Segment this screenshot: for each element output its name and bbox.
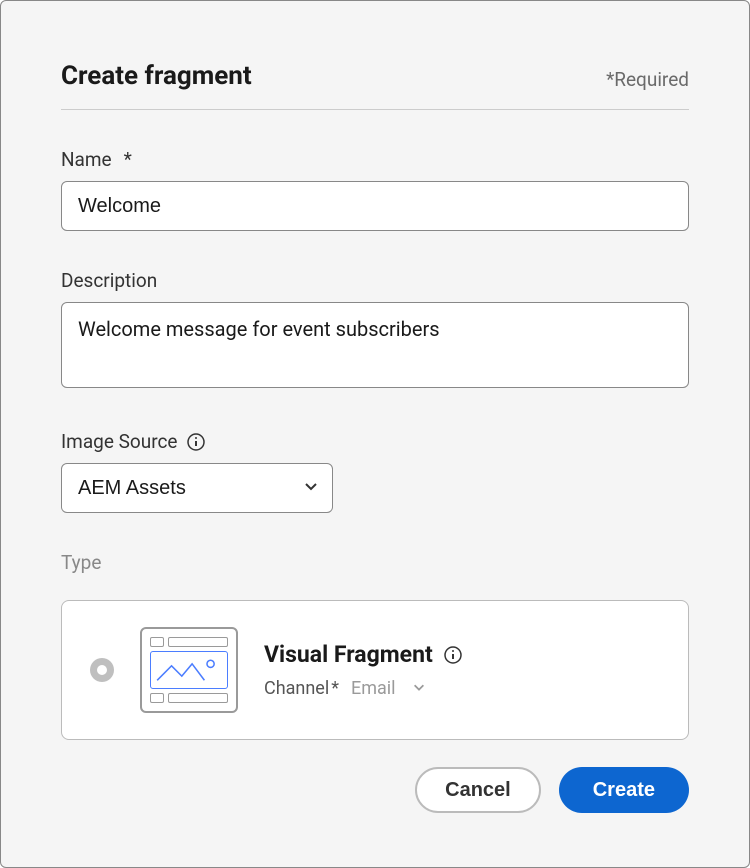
image-source-select[interactable]: AEM Assets [61, 463, 333, 513]
dialog-header: Create fragment *Required [61, 61, 689, 110]
create-button[interactable]: Create [559, 767, 689, 813]
dialog-footer: Cancel Create [415, 767, 689, 813]
image-source-select-wrapper: AEM Assets [61, 463, 333, 513]
type-title: Visual Fragment [264, 641, 433, 668]
info-icon[interactable] [443, 645, 463, 665]
type-content: Visual Fragment Channel* Email [264, 641, 463, 699]
create-fragment-dialog: Create fragment *Required Name * Descrip… [0, 0, 750, 868]
type-title-row: Visual Fragment [264, 641, 463, 668]
image-source-label: Image Source [61, 430, 689, 453]
channel-row: Channel* Email [264, 678, 463, 699]
name-field-group: Name * [61, 148, 689, 231]
channel-label: Channel* [264, 678, 339, 699]
name-input[interactable] [61, 181, 689, 231]
description-input[interactable] [61, 302, 689, 388]
image-source-field-group: Image Source AEM Assets [61, 430, 689, 513]
radio-button[interactable] [90, 658, 114, 682]
visual-fragment-icon [140, 627, 238, 713]
type-option-visual-fragment[interactable]: Visual Fragment Channel* Email [61, 600, 689, 740]
description-label: Description [61, 269, 689, 292]
dialog-title: Create fragment [61, 61, 252, 91]
cancel-button[interactable]: Cancel [415, 767, 541, 813]
type-section: Type [61, 551, 689, 740]
required-asterisk: * [124, 148, 132, 171]
required-note: *Required [606, 68, 689, 91]
description-label-text: Description [61, 269, 157, 292]
image-source-label-text: Image Source [61, 430, 178, 453]
radio-inner [97, 665, 107, 675]
name-label-text: Name [61, 148, 112, 171]
chevron-down-icon [412, 679, 426, 698]
channel-select[interactable]: Email [351, 678, 396, 699]
description-field-group: Description [61, 269, 689, 392]
name-label: Name * [61, 148, 689, 171]
type-label: Type [61, 551, 689, 574]
info-icon[interactable] [186, 432, 206, 452]
